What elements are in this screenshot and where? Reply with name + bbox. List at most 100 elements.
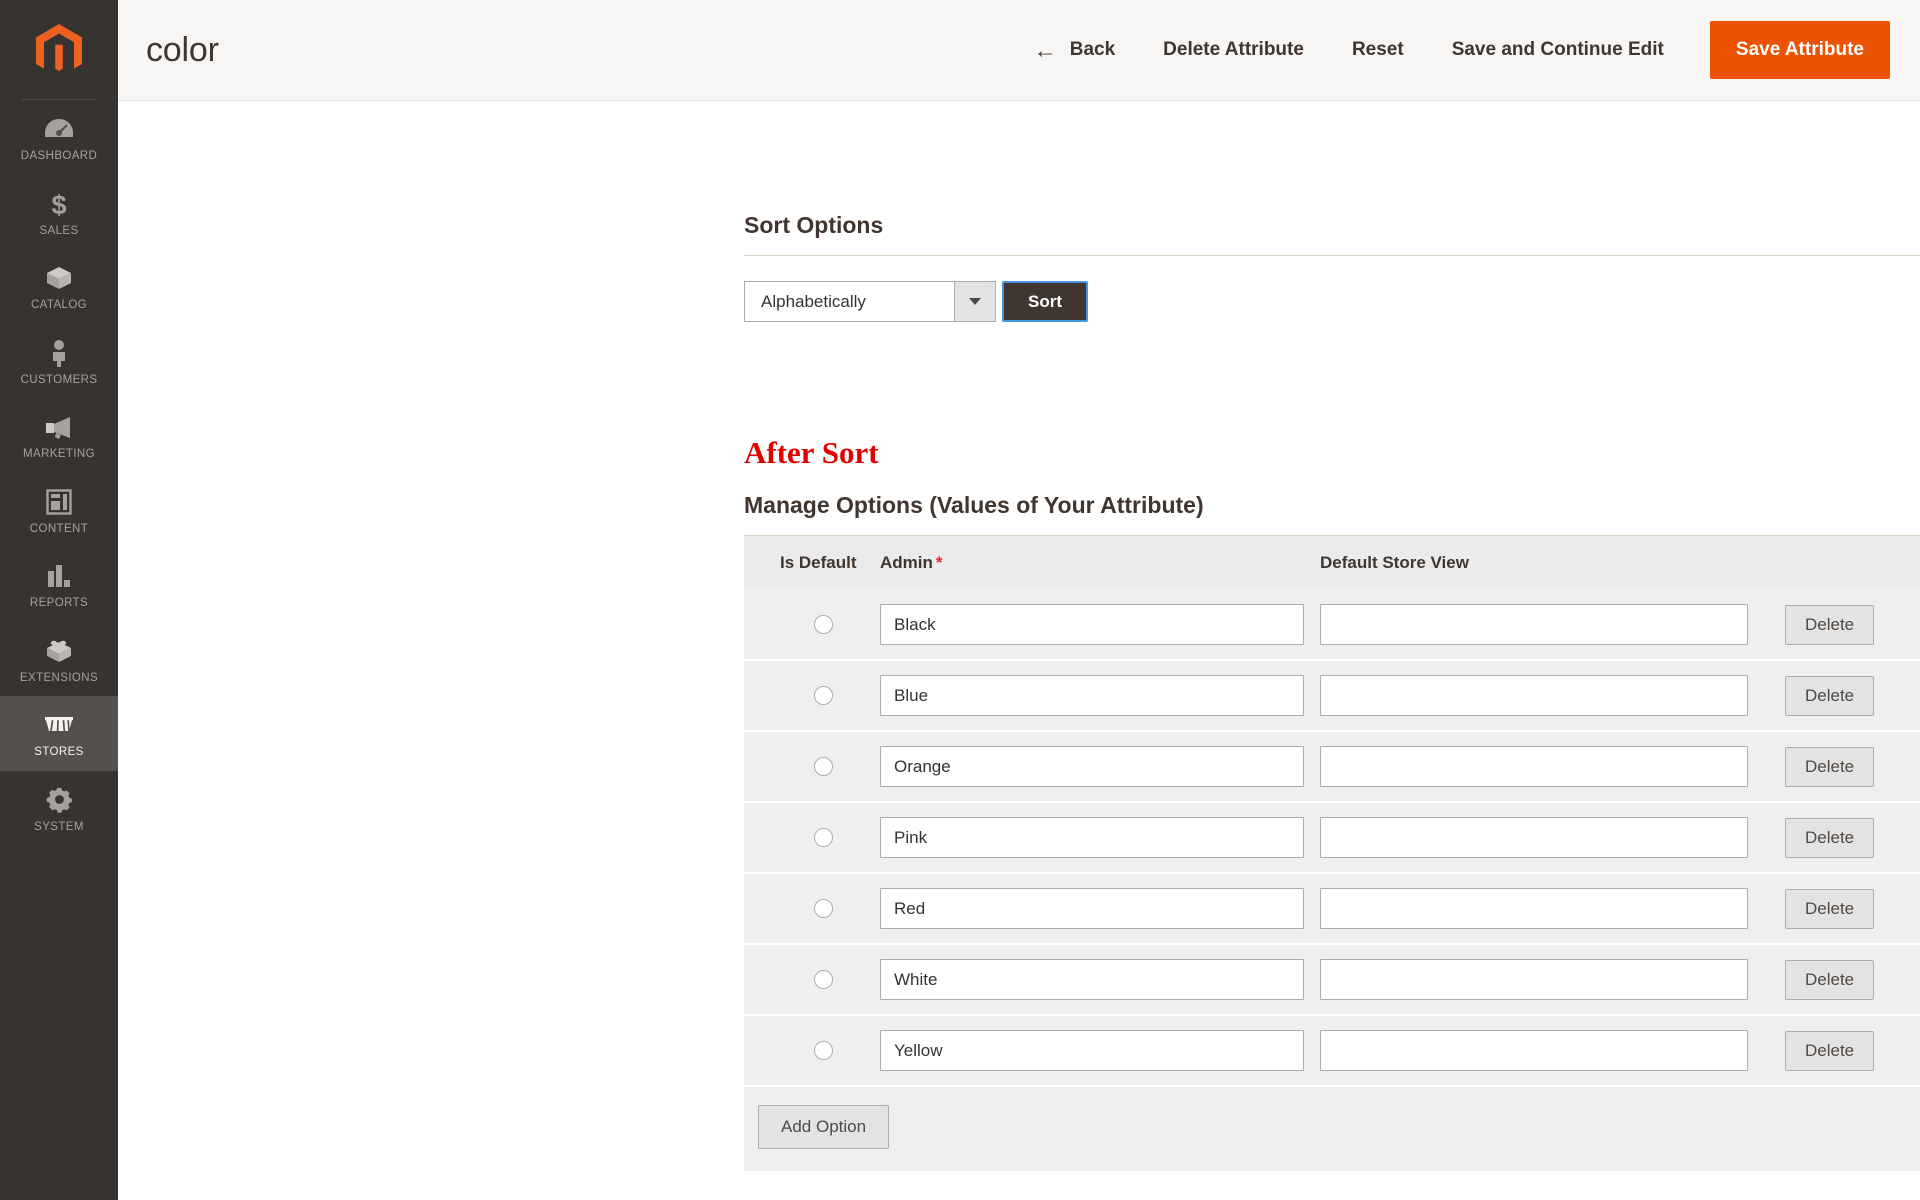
- sidebar-item-marketing[interactable]: MARKETING: [0, 398, 118, 473]
- default-store-view-input[interactable]: [1320, 888, 1748, 930]
- row-is-default-cell: [780, 660, 880, 731]
- sidebar-label: SYSTEM: [34, 820, 84, 833]
- options-table: Is Default Admin* Default Store View Del…: [744, 536, 1920, 1087]
- table-row: Delete: [744, 731, 1920, 803]
- is-default-radio[interactable]: [814, 828, 833, 848]
- row-store-view-cell: [1320, 873, 1785, 944]
- delete-option-button[interactable]: Delete: [1785, 604, 1875, 645]
- sidebar-item-content[interactable]: CONTENT: [0, 473, 118, 548]
- page-header: color ← Back Delete Attribute Reset Save…: [118, 0, 1920, 101]
- sort-select-value[interactable]: Alphabetically: [744, 281, 954, 323]
- sidebar-item-catalog[interactable]: CATALOG: [0, 249, 118, 324]
- chevron-down-icon[interactable]: [954, 281, 996, 323]
- sidebar-item-extensions[interactable]: EXTENSIONS: [0, 622, 118, 697]
- col-is-default: Is Default: [780, 536, 880, 591]
- sidebar-item-system[interactable]: SYSTEM: [0, 771, 118, 846]
- sidebar-item-customers[interactable]: CUSTOMERS: [0, 324, 118, 399]
- sidebar-label: CUSTOMERS: [20, 373, 98, 386]
- row-is-default-cell: [780, 873, 880, 944]
- row-is-default-cell: [780, 590, 880, 660]
- page-title: color: [146, 31, 219, 69]
- row-admin-cell: [880, 802, 1320, 873]
- delete-option-button[interactable]: Delete: [1785, 888, 1875, 929]
- sort-button[interactable]: Sort: [1002, 281, 1088, 323]
- row-actions-cell: Delete: [1785, 802, 1920, 873]
- row-admin-cell: [880, 873, 1320, 944]
- col-admin-label: Admin: [880, 553, 933, 573]
- gear-icon: [43, 785, 75, 815]
- row-actions-cell: Delete: [1785, 944, 1920, 1015]
- sidebar-label: REPORTS: [29, 597, 89, 609]
- row-handle-cell: [744, 944, 780, 1015]
- sidebar-item-sales[interactable]: $ SALES: [0, 175, 118, 250]
- sidebar-label: STORES: [34, 746, 84, 758]
- row-actions-cell: Delete: [1785, 590, 1920, 660]
- admin-value-input[interactable]: [880, 817, 1304, 859]
- table-row: Delete: [744, 944, 1920, 1016]
- admin-value-input[interactable]: [880, 604, 1304, 646]
- delete-option-button[interactable]: Delete: [1785, 675, 1875, 716]
- row-is-default-cell: [780, 731, 880, 802]
- sort-select[interactable]: Alphabetically: [744, 281, 996, 323]
- sort-controls: Alphabetically Sort: [744, 281, 1920, 323]
- magento-logo[interactable]: [0, 0, 118, 100]
- reset-button[interactable]: Reset: [1328, 29, 1428, 71]
- sidebar-label: CATALOG: [30, 299, 88, 311]
- back-button-label: Back: [1069, 39, 1116, 60]
- row-handle-cell: [744, 1015, 780, 1086]
- default-store-view-input[interactable]: [1320, 746, 1748, 788]
- divider: [744, 255, 1920, 257]
- admin-value-input[interactable]: [880, 1030, 1304, 1072]
- add-option-button[interactable]: Add Option: [758, 1105, 890, 1150]
- is-default-radio[interactable]: [814, 1041, 833, 1061]
- default-store-view-input[interactable]: [1320, 959, 1748, 1001]
- arrow-left-icon: ←: [1033, 36, 1057, 63]
- admin-value-input[interactable]: [880, 888, 1304, 930]
- row-store-view-cell: [1320, 802, 1785, 873]
- sidebar-label: SALES: [39, 224, 79, 237]
- back-button[interactable]: ← Back: [1010, 29, 1139, 72]
- default-store-view-input[interactable]: [1320, 1030, 1748, 1072]
- row-store-view-cell: [1320, 660, 1785, 731]
- delete-option-button[interactable]: Delete: [1785, 1030, 1875, 1071]
- save-and-continue-edit-button[interactable]: Save and Continue Edit: [1428, 29, 1688, 71]
- person-icon: [43, 338, 75, 368]
- lego-brick-icon: [43, 636, 75, 666]
- sidebar-item-stores[interactable]: STORES: [0, 696, 118, 771]
- save-attribute-button[interactable]: Save Attribute: [1709, 21, 1890, 79]
- delete-option-button[interactable]: Delete: [1785, 746, 1875, 787]
- default-store-view-input[interactable]: [1320, 604, 1748, 646]
- row-handle-cell: [744, 660, 780, 731]
- row-admin-cell: [880, 731, 1320, 802]
- megaphone-icon: [43, 412, 75, 442]
- manage-options-title: Manage Options (Values of Your Attribute…: [744, 492, 1204, 518]
- table-row: Delete: [744, 1015, 1920, 1087]
- sidebar-item-dashboard[interactable]: DASHBOARD: [0, 100, 118, 175]
- row-actions-cell: Delete: [1785, 731, 1920, 802]
- is-default-radio[interactable]: [814, 899, 833, 919]
- is-default-radio[interactable]: [814, 686, 833, 706]
- default-store-view-input[interactable]: [1320, 675, 1748, 717]
- table-row: Delete: [744, 802, 1920, 874]
- admin-value-input[interactable]: [880, 959, 1304, 1001]
- admin-value-input[interactable]: [880, 675, 1304, 717]
- sidebar-item-reports[interactable]: REPORTS: [0, 547, 118, 622]
- row-actions-cell: Delete: [1785, 660, 1920, 731]
- bar-chart-icon: [43, 561, 75, 591]
- after-sort-label: After Sort: [744, 435, 879, 470]
- table-row: Delete: [744, 873, 1920, 945]
- is-default-radio[interactable]: [814, 615, 833, 635]
- delete-option-button[interactable]: Delete: [1785, 959, 1875, 1000]
- required-asterisk: *: [935, 553, 943, 573]
- default-store-view-input[interactable]: [1320, 817, 1748, 859]
- admin-value-input[interactable]: [880, 746, 1304, 788]
- is-default-radio[interactable]: [814, 757, 833, 777]
- is-default-radio[interactable]: [814, 970, 833, 990]
- dashboard-gauge-icon: [43, 114, 75, 144]
- row-actions-cell: Delete: [1785, 873, 1920, 944]
- row-handle-cell: [744, 731, 780, 802]
- row-handle-cell: [744, 802, 780, 873]
- row-is-default-cell: [780, 944, 880, 1015]
- delete-option-button[interactable]: Delete: [1785, 817, 1875, 858]
- delete-attribute-button[interactable]: Delete Attribute: [1139, 29, 1328, 71]
